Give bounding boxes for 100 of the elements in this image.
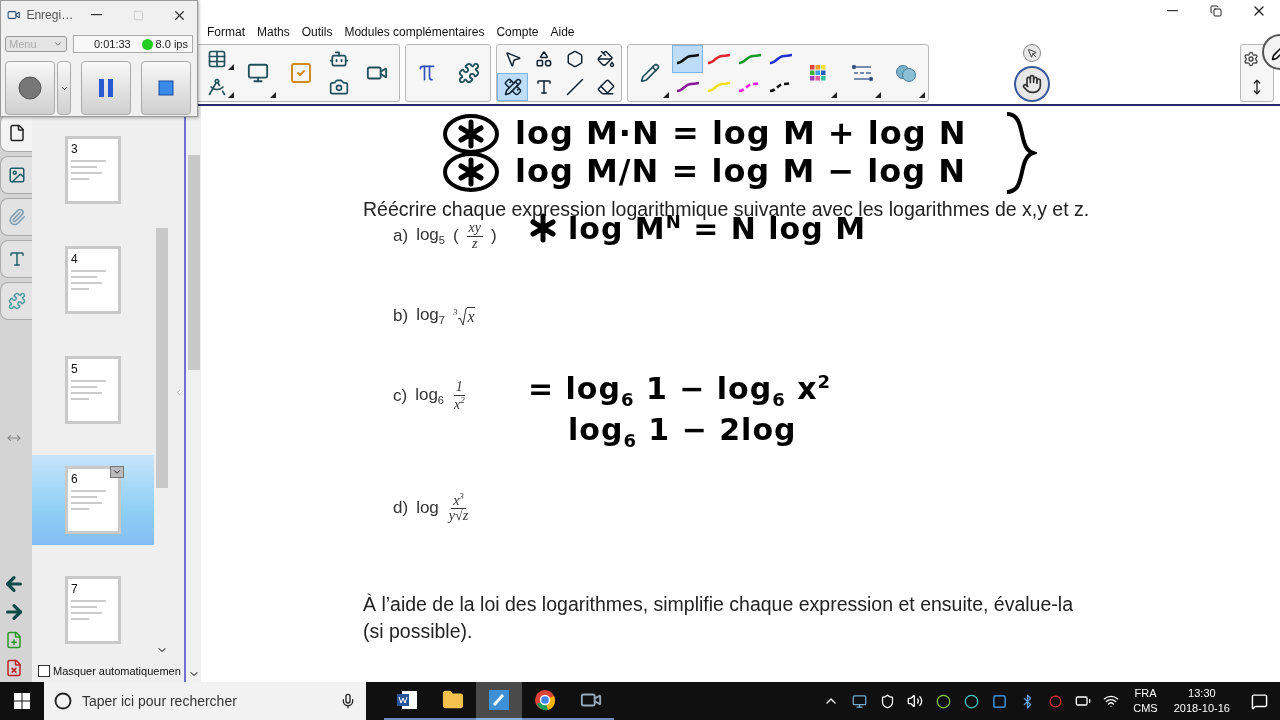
text-icon xyxy=(534,78,553,96)
menu-item[interactable]: Outils xyxy=(295,23,339,41)
window-title: Enregi… xyxy=(26,8,74,22)
add-page-icon xyxy=(5,631,23,649)
language-indicator[interactable]: FRA xyxy=(1134,686,1157,701)
log-function: log$_{6}$ xyxy=(415,385,444,407)
handwritten-formula: log M/N = log M − log N xyxy=(515,155,967,189)
fraction: xy z xyxy=(466,220,484,252)
folder-icon xyxy=(442,689,464,711)
line-style-icon xyxy=(851,64,873,82)
caret-icon xyxy=(53,39,63,49)
search-icon xyxy=(54,692,72,710)
monitor-icon xyxy=(247,62,269,84)
notification-icon xyxy=(1250,692,1268,710)
microphone-icon[interactable] xyxy=(340,693,356,709)
robot-icon xyxy=(329,49,349,69)
square-icon xyxy=(991,693,1007,709)
puzzle-icon xyxy=(458,62,480,84)
search-field[interactable]: Taper ici pour rechercher xyxy=(80,692,332,710)
settings-icon xyxy=(1243,51,1259,67)
shield-icon xyxy=(879,693,895,709)
minimize-icon xyxy=(91,14,103,16)
gallery-tab[interactable] xyxy=(0,156,32,194)
document-app-icon xyxy=(396,690,418,710)
monitor-icon xyxy=(851,693,867,709)
page-thumbnail[interactable]: 5 xyxy=(65,356,121,424)
pause-icon xyxy=(98,78,114,98)
page-thumbnail[interactable]: 4 xyxy=(65,246,121,314)
taskbar-app-button[interactable] xyxy=(476,682,522,720)
properties-tab[interactable] xyxy=(0,240,32,278)
page-thumbnail[interactable]: 3 xyxy=(65,136,121,204)
pause-button[interactable] xyxy=(81,61,131,115)
clock-time[interactable]: 13:30 xyxy=(1188,686,1216,701)
search-bar[interactable]: Taper ici pour rechercher xyxy=(44,682,366,720)
pencil-icon xyxy=(640,63,660,83)
hand-icon xyxy=(1022,74,1042,94)
autohide-checkbox[interactable]: Masquer automatiquemen xyxy=(38,665,181,677)
parenthesis: ) xyxy=(491,226,497,246)
page-thumbnail[interactable]: 6 xyxy=(65,466,121,534)
table-icon xyxy=(207,49,227,69)
compass-icon xyxy=(207,77,227,97)
fraction: 1 x$^{2}$ xyxy=(452,380,466,412)
log-function: log$_{7}$ xyxy=(416,305,445,327)
handwritten-formula: = log$_{6}$ 1 − log$_{6}$ x$^{2}$ xyxy=(528,373,832,410)
tool-button[interactable] xyxy=(497,73,528,101)
select-mode-button[interactable] xyxy=(1023,44,1041,62)
item-label: d) xyxy=(393,497,409,518)
wifi-icon xyxy=(1103,693,1120,709)
pen-style-button[interactable] xyxy=(672,45,703,73)
item-label: a) xyxy=(393,226,409,246)
instruction-text: À l’aide de la loi des logarithmes, simplifie chaque expression et ensuite, évalue-la (si possible). xyxy=(363,591,1074,644)
menu-item[interactable]: Maths xyxy=(251,23,296,41)
checkbox-icon xyxy=(289,61,313,85)
polygon-icon xyxy=(565,50,584,68)
notebook-app-icon xyxy=(488,689,510,711)
menu-item[interactable]: Format xyxy=(201,23,251,41)
record-button[interactable] xyxy=(5,61,55,115)
item-label: c) xyxy=(393,386,408,406)
fraction: x$^{3}$ y√z xyxy=(446,491,470,524)
touch-mode-button[interactable] xyxy=(1014,66,1050,102)
circle-icon xyxy=(1048,694,1062,708)
select-icon xyxy=(503,50,522,68)
parenthesis: ( xyxy=(452,226,459,246)
windows-logo-icon xyxy=(14,693,30,709)
page-icon xyxy=(7,124,26,142)
elapsed-time: 0:01:33 xyxy=(94,38,131,50)
restore-icon xyxy=(1209,5,1222,17)
shape-icon xyxy=(534,50,553,68)
circle-icon xyxy=(963,693,979,709)
paperclip-icon xyxy=(7,208,26,226)
line-icon xyxy=(565,78,584,96)
keyboard-layout[interactable]: CMS xyxy=(1133,701,1158,716)
page-sorter-tab[interactable] xyxy=(0,114,32,152)
color-grid-icon xyxy=(810,65,826,81)
addons-tab[interactable] xyxy=(0,282,32,320)
text-style-icon xyxy=(7,250,26,268)
overlapping-circles-icon xyxy=(895,64,917,82)
stop-button[interactable] xyxy=(141,61,191,115)
volume-icon xyxy=(907,693,924,709)
circle-icon xyxy=(935,693,951,709)
item-label: b) xyxy=(393,306,409,326)
page-thumbnail[interactable]: 7 xyxy=(65,576,121,644)
log-function: log$_{5}$ xyxy=(416,225,445,247)
pi-icon xyxy=(417,63,437,83)
stop-icon xyxy=(158,80,174,96)
camera-icon xyxy=(329,77,349,97)
menu-item[interactable]: Aide xyxy=(544,23,581,41)
clock-date[interactable]: 2018-10-16 xyxy=(1173,701,1230,716)
handwritten-formula: log M·N = log M + log N xyxy=(515,117,967,151)
pointer-icon xyxy=(1026,47,1038,59)
puzzle-icon xyxy=(7,292,26,310)
menu-item[interactable]: Compte xyxy=(490,23,545,41)
record-icon xyxy=(18,76,42,100)
minimize-icon xyxy=(1167,10,1178,12)
battery-icon xyxy=(1075,693,1092,709)
menu-item[interactable]: Modules complémentaires xyxy=(338,23,491,41)
left-arrow-icon xyxy=(3,573,25,595)
cube-root: 3 x xyxy=(452,306,475,326)
pens-icon xyxy=(503,78,522,96)
fill-icon xyxy=(596,50,615,68)
